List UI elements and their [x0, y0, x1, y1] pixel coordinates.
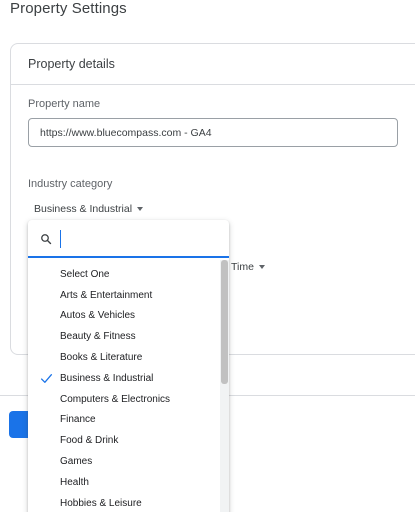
industry-category-select[interactable]: Business & Industrial: [34, 203, 144, 215]
dropdown-option[interactable]: Games: [28, 451, 220, 472]
dropdown-search-row: [28, 220, 229, 258]
property-name-input[interactable]: https://www.bluecompass.com - GA4: [28, 118, 398, 147]
card-title: Property details: [28, 57, 115, 71]
time-select-label: Time: [231, 261, 254, 273]
search-icon: [41, 234, 52, 245]
option-label: Hobbies & Leisure: [60, 497, 142, 509]
caret-down-icon: [258, 265, 265, 269]
option-label: Games: [60, 456, 93, 468]
option-label: Health: [60, 476, 89, 488]
card-header: Property details: [11, 44, 415, 85]
check-icon: [40, 374, 53, 383]
dropdown-search-input[interactable]: [60, 230, 220, 248]
dropdown-option-selected[interactable]: Business & Industrial: [28, 368, 220, 389]
caret-down-icon: [137, 207, 144, 211]
industry-category-dropdown: Select One Arts & Entertainment Autos & …: [28, 220, 229, 512]
option-label: Beauty & Fitness: [60, 331, 136, 343]
dropdown-option[interactable]: Finance: [28, 410, 220, 431]
dropdown-option[interactable]: Arts & Entertainment: [28, 285, 220, 306]
option-label: Business & Industrial: [60, 372, 154, 384]
dropdown-option[interactable]: Health: [28, 472, 220, 493]
option-label: Food & Drink: [60, 435, 119, 447]
dropdown-option[interactable]: Computers & Electronics: [28, 389, 220, 410]
option-label: Computers & Electronics: [60, 393, 171, 405]
time-select[interactable]: Time: [231, 261, 265, 273]
dropdown-option[interactable]: Food & Drink: [28, 430, 220, 451]
dropdown-option[interactable]: Books & Literature: [28, 347, 220, 368]
dropdown-option[interactable]: Select One: [28, 264, 220, 285]
option-label: Select One: [60, 268, 110, 280]
industry-category-label: Industry category: [28, 178, 113, 190]
option-label: Autos & Vehicles: [60, 310, 136, 322]
dropdown-option[interactable]: Autos & Vehicles: [28, 306, 220, 327]
dropdown-option[interactable]: Hobbies & Leisure: [28, 493, 220, 512]
page-title: Property Settings: [10, 0, 127, 17]
dropdown-option-list: Select One Arts & Entertainment Autos & …: [28, 264, 220, 512]
industry-category-value: Business & Industrial: [34, 203, 133, 215]
property-name-label: Property name: [28, 98, 101, 110]
option-label: Books & Literature: [60, 352, 143, 364]
dropdown-option[interactable]: Beauty & Fitness: [28, 326, 220, 347]
option-label: Arts & Entertainment: [60, 289, 153, 301]
option-label: Finance: [60, 414, 96, 426]
scrollbar-thumb[interactable]: [221, 260, 228, 384]
